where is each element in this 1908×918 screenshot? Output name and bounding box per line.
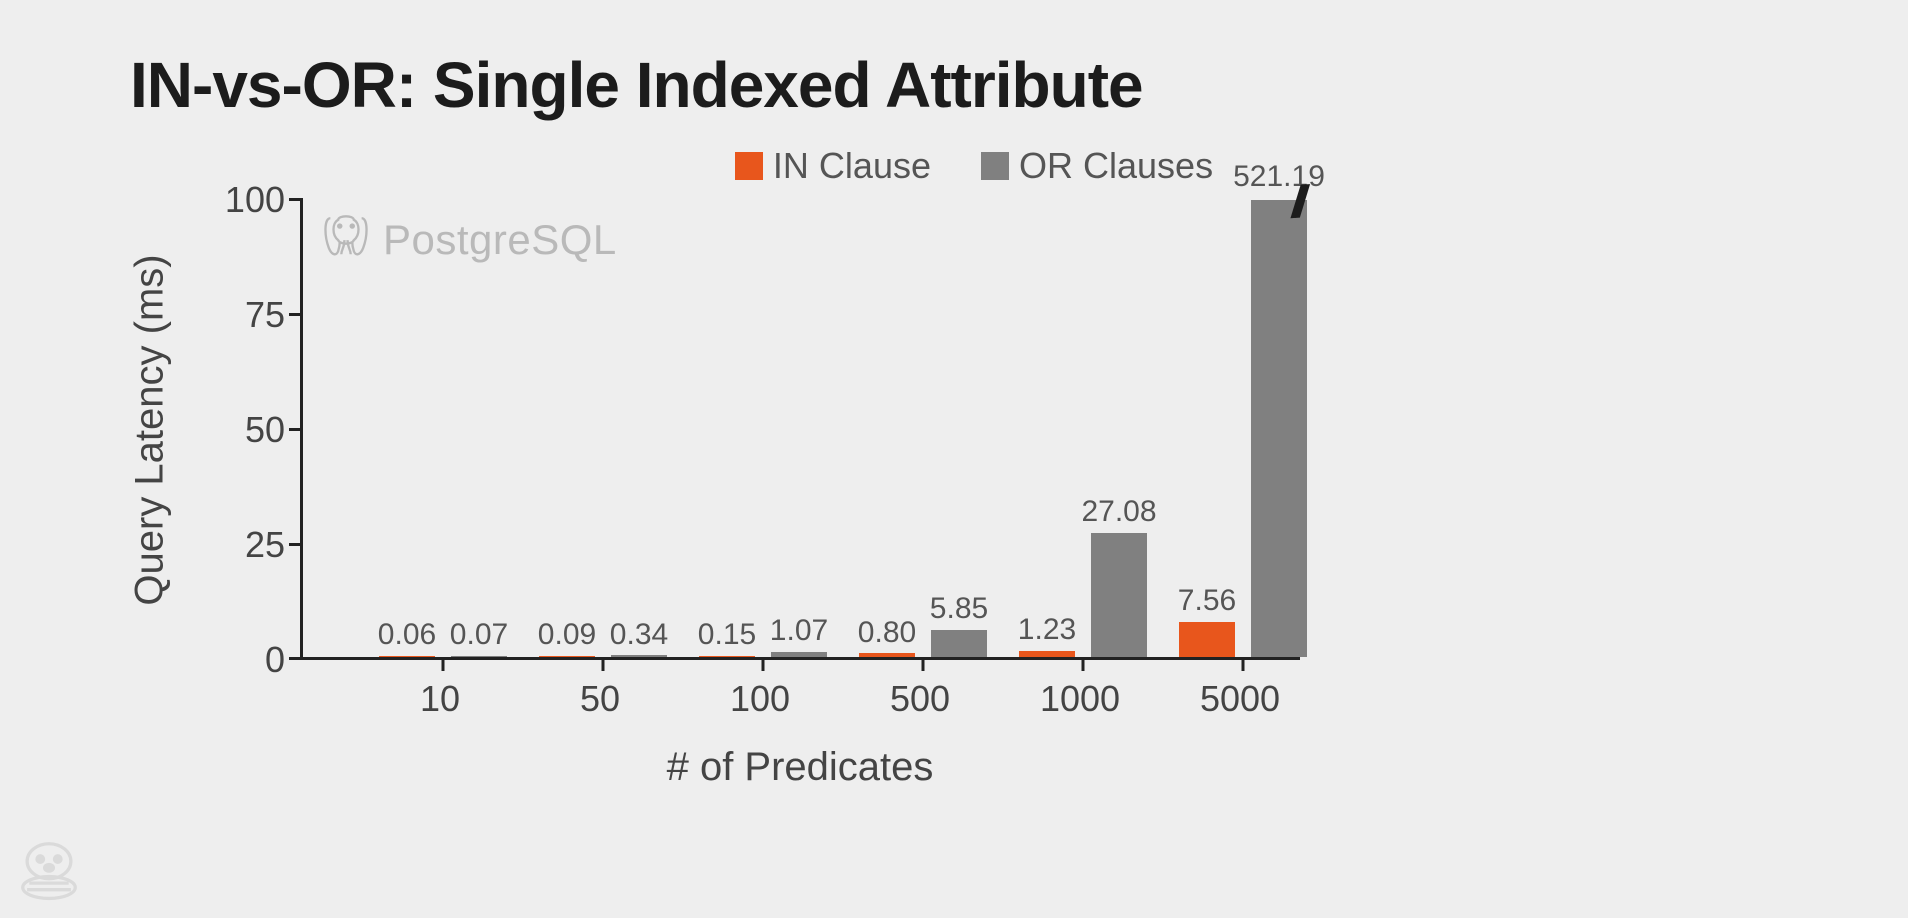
bar-in-5000 xyxy=(1179,622,1235,657)
bar-in-10 xyxy=(379,656,435,657)
xtick-mark xyxy=(762,657,765,671)
ytick-label: 0 xyxy=(215,639,285,681)
value-label: 0.34 xyxy=(610,618,668,652)
brand-watermark-icon xyxy=(14,835,84,910)
xtick-label: 10 xyxy=(420,678,460,720)
chart-stage: IN-vs-OR: Single Indexed Attribute IN Cl… xyxy=(0,0,1908,918)
ytick-label: 75 xyxy=(215,294,285,336)
value-label: 0.80 xyxy=(858,616,916,650)
bar-or-10 xyxy=(451,656,507,657)
value-label: 1.23 xyxy=(1018,613,1076,647)
chart-title: IN-vs-OR: Single Indexed Attribute xyxy=(130,48,1143,122)
postgresql-label: PostgreSQL xyxy=(383,216,617,264)
x-axis-title: # of Predicates xyxy=(667,745,934,790)
xtick-label: 500 xyxy=(890,678,950,720)
value-label: 0.07 xyxy=(450,618,508,652)
legend-swatch-in xyxy=(735,152,763,180)
legend-label-in: IN Clause xyxy=(773,145,931,186)
bar-or-5000 xyxy=(1251,200,1307,657)
elephant-icon xyxy=(321,212,371,267)
value-label: 27.08 xyxy=(1081,495,1156,529)
chart-legend: IN Clause OR Clauses xyxy=(0,145,1908,187)
legend-label-or: OR Clauses xyxy=(1019,145,1213,186)
xtick-label: 5000 xyxy=(1200,678,1280,720)
xtick-mark xyxy=(1242,657,1245,671)
bar-or-100 xyxy=(771,652,827,657)
bar-in-50 xyxy=(539,656,595,657)
ytick-mark xyxy=(289,428,303,431)
xtick-mark xyxy=(602,657,605,671)
plot-area: PostgreSQL 0.06 0.07 0.09 0.34 0.15 1.07… xyxy=(300,200,1300,660)
value-label: 7.56 xyxy=(1178,584,1236,618)
y-axis-title: Query Latency (ms) xyxy=(128,254,173,605)
xtick-mark xyxy=(1082,657,1085,671)
value-label: 1.07 xyxy=(770,614,828,648)
ytick-mark xyxy=(289,657,303,660)
ytick-label: 50 xyxy=(215,409,285,451)
ytick-label: 100 xyxy=(215,179,285,221)
xtick-label: 100 xyxy=(730,678,790,720)
value-label: 5.85 xyxy=(930,592,988,626)
bar-or-1000 xyxy=(1091,533,1147,657)
bar-in-500 xyxy=(859,653,915,657)
postgresql-watermark: PostgreSQL xyxy=(321,212,617,267)
xtick-label: 50 xyxy=(580,678,620,720)
value-label: 0.09 xyxy=(538,618,596,652)
bar-in-1000 xyxy=(1019,651,1075,657)
xtick-label: 1000 xyxy=(1040,678,1120,720)
value-label: 521.19 xyxy=(1233,160,1325,194)
value-label: 0.06 xyxy=(378,618,436,652)
ytick-mark xyxy=(289,198,303,201)
ytick-label: 25 xyxy=(215,524,285,566)
xtick-mark xyxy=(442,657,445,671)
bar-in-100 xyxy=(699,656,755,657)
xtick-mark xyxy=(922,657,925,671)
ytick-mark xyxy=(289,543,303,546)
bar-or-50 xyxy=(611,655,667,657)
ytick-mark xyxy=(289,313,303,316)
legend-swatch-or xyxy=(981,152,1009,180)
bar-or-500 xyxy=(931,630,987,657)
value-label: 0.15 xyxy=(698,618,756,652)
